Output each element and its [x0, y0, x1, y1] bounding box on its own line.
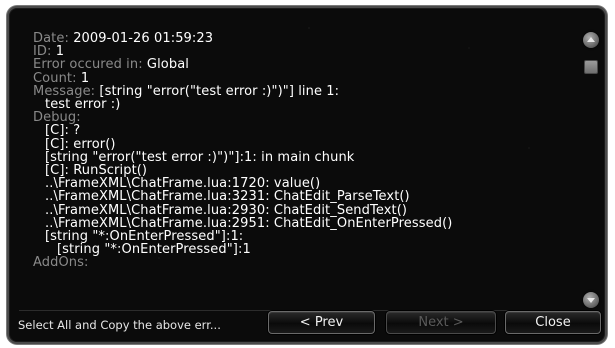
prev-button[interactable]: < Prev [268, 311, 375, 334]
date-row: Date: 2009-01-26 01:59:23 [33, 32, 581, 45]
addons-label: AddOns: [33, 255, 89, 271]
debug-line: [C]: ? [45, 123, 81, 139]
text-fade-overlay [33, 290, 581, 304]
copy-hint-text: Select All and Copy the above err... [18, 318, 221, 332]
vertical-scrollbar[interactable] [583, 30, 599, 308]
date-value: 2009-01-26 01:59:23 [73, 32, 214, 46]
scroll-thumb[interactable] [584, 60, 598, 74]
location-value: Global [146, 57, 189, 73]
debug-line: ..\FrameXML\ChatFrame.lua:2930: ChatEdit… [45, 202, 408, 218]
scroll-up-arrow-icon[interactable] [583, 32, 599, 48]
debug-label: Debug: [33, 110, 81, 126]
debug-line: [string "*:OnEnterPressed"]:1 [57, 242, 251, 258]
location-row: Error occured in: Global [33, 58, 581, 71]
debug-line: [C]: error() [45, 136, 116, 152]
message-value: [string "error("test error :)")"] line 1… [99, 83, 340, 99]
error-text-area[interactable]: Date: 2009-01-26 01:59:23 ID: 1 Error oc… [33, 32, 581, 304]
next-button[interactable]: Next > [386, 311, 496, 334]
scroll-down-arrow-icon[interactable] [583, 292, 599, 308]
close-button[interactable]: Close [505, 311, 601, 334]
message-detail: test error :) [45, 97, 121, 113]
error-dialog: Date: 2009-01-26 01:59:23 ID: 1 Error oc… [7, 6, 607, 344]
debug-line: ..\FrameXML\ChatFrame.lua:3231: ChatEdit… [45, 189, 410, 205]
